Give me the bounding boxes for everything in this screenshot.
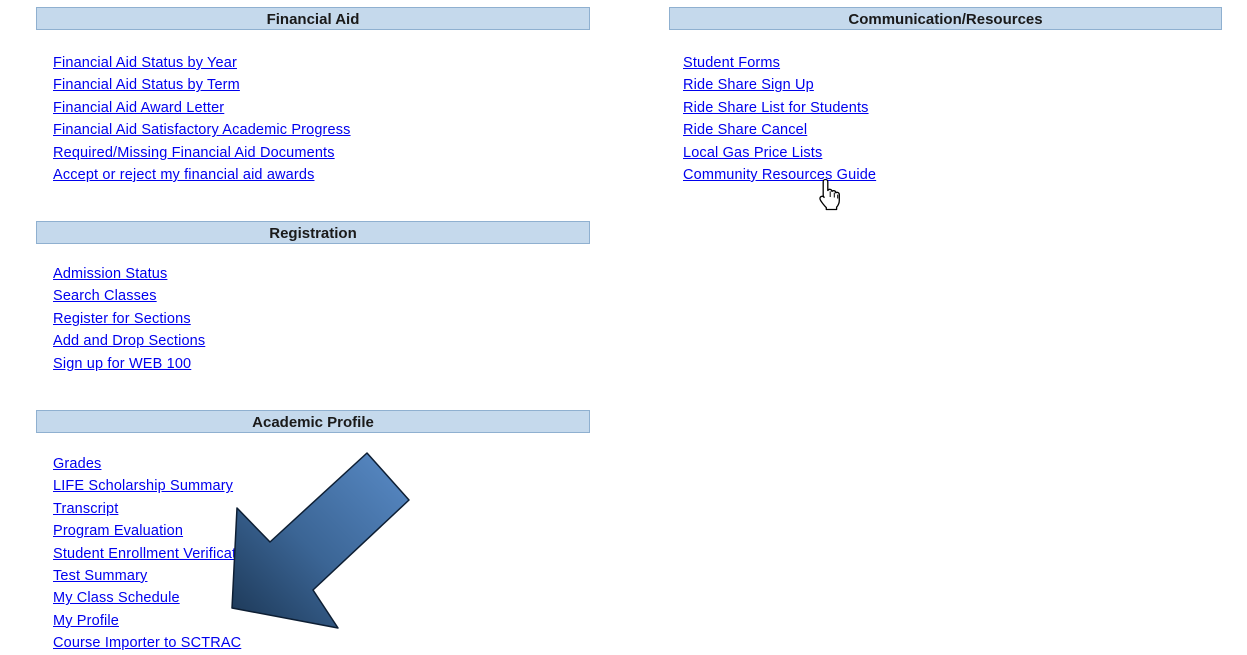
communication-resources-links: Student Forms Ride Share Sign Up Ride Sh… [683,52,876,186]
link-local-gas-price-lists[interactable]: Local Gas Price Lists [683,145,822,161]
link-life-scholarship-summary[interactable]: LIFE Scholarship Summary [53,478,233,494]
link-accept-reject-awards[interactable]: Accept or reject my financial aid awards [53,167,314,183]
list-item: Grades [53,453,256,475]
link-financial-aid-status-by-year[interactable]: Financial Aid Status by Year [53,55,237,71]
link-register-for-sections[interactable]: Register for Sections [53,311,191,327]
link-required-missing-documents[interactable]: Required/Missing Financial Aid Documents [53,145,335,161]
link-student-forms[interactable]: Student Forms [683,55,780,71]
link-financial-aid-status-by-term[interactable]: Financial Aid Status by Term [53,77,240,93]
link-transcript[interactable]: Transcript [53,501,118,517]
link-financial-aid-sap[interactable]: Financial Aid Satisfactory Academic Prog… [53,122,351,138]
list-item: Financial Aid Satisfactory Academic Prog… [53,119,351,141]
list-item: Admission Status [53,263,205,285]
list-item: Program Evaluation [53,520,256,542]
financial-aid-header: Financial Aid [36,7,590,30]
list-item: Ride Share Sign Up [683,74,876,96]
link-community-resources-guide[interactable]: Community Resources Guide [683,167,876,183]
link-grades[interactable]: Grades [53,456,101,472]
list-item: Register for Sections [53,308,205,330]
list-item: Ride Share List for Students [683,97,876,119]
list-item: Local Gas Price Lists [683,142,876,164]
financial-aid-section: Financial Aid Financial Aid Status by Ye… [36,7,590,183]
communication-resources-header: Communication/Resources [669,7,1222,30]
academic-profile-links: Grades LIFE Scholarship Summary Transcri… [53,453,256,655]
list-item: Student Forms [683,52,876,74]
registration-section: Registration Admission Status Search Cla… [36,221,590,372]
link-add-drop-sections[interactable]: Add and Drop Sections [53,333,205,349]
registration-links: Admission Status Search Classes Register… [53,263,205,375]
link-financial-aid-award-letter[interactable]: Financial Aid Award Letter [53,100,224,116]
list-item: Financial Aid Status by Year [53,52,351,74]
link-test-summary[interactable]: Test Summary [53,568,147,584]
list-item: Financial Aid Award Letter [53,97,351,119]
list-item: Transcript [53,498,256,520]
link-my-class-schedule[interactable]: My Class Schedule [53,590,180,606]
academic-profile-header: Academic Profile [36,410,590,433]
link-ride-share-cancel[interactable]: Ride Share Cancel [683,122,807,138]
communication-resources-section: Communication/Resources Student Forms Ri… [669,7,1222,183]
list-item: Financial Aid Status by Term [53,74,351,96]
list-item: Community Resources Guide [683,164,876,186]
link-my-profile[interactable]: My Profile [53,613,119,629]
link-program-evaluation[interactable]: Program Evaluation [53,523,183,539]
link-ride-share-sign-up[interactable]: Ride Share Sign Up [683,77,814,93]
list-item: LIFE Scholarship Summary [53,475,256,497]
financial-aid-links: Financial Aid Status by Year Financial A… [53,52,351,186]
link-student-enrollment-verification[interactable]: Student Enrollment Verification [53,546,256,562]
list-item: Add and Drop Sections [53,330,205,352]
list-item: My Profile [53,610,256,632]
arrow-annotation-icon [231,452,410,629]
link-sign-up-web-100[interactable]: Sign up for WEB 100 [53,356,191,372]
list-item: Required/Missing Financial Aid Documents [53,142,351,164]
list-item: Ride Share Cancel [683,119,876,141]
link-course-importer-sctrac[interactable]: Course Importer to SCTRAC [53,635,241,651]
link-search-classes[interactable]: Search Classes [53,288,157,304]
list-item: Course Importer to SCTRAC [53,632,256,654]
registration-header: Registration [36,221,590,244]
list-item: Student Enrollment Verification [53,543,256,565]
link-ride-share-list[interactable]: Ride Share List for Students [683,100,869,116]
link-admission-status[interactable]: Admission Status [53,266,167,282]
list-item: Test Summary [53,565,256,587]
list-item: My Class Schedule [53,587,256,609]
list-item: Accept or reject my financial aid awards [53,164,351,186]
academic-profile-section: Academic Profile Grades LIFE Scholarship… [36,410,590,651]
list-item: Sign up for WEB 100 [53,353,205,375]
list-item: Search Classes [53,285,205,307]
